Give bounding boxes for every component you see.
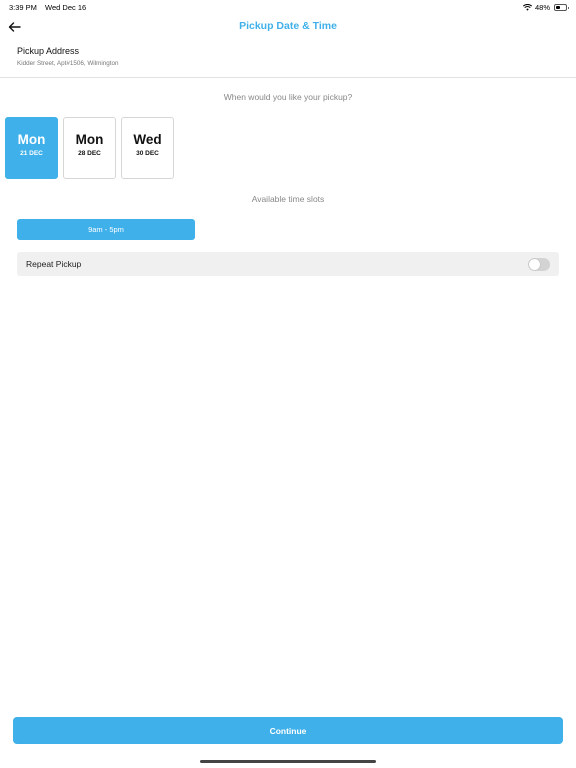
date-picker: Mon 21 DEC Mon 28 DEC Wed 30 DEC bbox=[5, 117, 174, 179]
repeat-pickup-row: Repeat Pickup bbox=[17, 252, 559, 276]
status-right: 48% bbox=[522, 3, 569, 12]
status-date: Wed Dec 16 bbox=[45, 3, 87, 12]
home-indicator bbox=[200, 760, 376, 763]
toggle-knob bbox=[529, 259, 540, 270]
battery-percent: 48% bbox=[534, 3, 550, 12]
date-day: Mon bbox=[17, 132, 46, 147]
wifi-icon bbox=[522, 4, 532, 11]
address-label: Pickup Address bbox=[17, 46, 80, 56]
date-day: Wed bbox=[133, 132, 162, 147]
battery-icon bbox=[554, 4, 569, 11]
pickup-question: When would you like your pickup? bbox=[223, 92, 353, 102]
status-left: 3:39 PM Wed Dec 16 bbox=[9, 3, 92, 12]
battery-fill bbox=[556, 6, 561, 9]
address-value: Kidder Street, Apt#1506, Wilmington bbox=[17, 60, 119, 67]
date-card-wed-30[interactable]: Wed 30 DEC bbox=[121, 117, 174, 179]
pickup-address: Pickup Address Kidder Street, Apt#1506, … bbox=[17, 46, 119, 67]
time-slots-label: Available time slots bbox=[251, 194, 325, 204]
date-number: 30 DEC bbox=[136, 150, 159, 157]
divider bbox=[0, 77, 576, 78]
date-card-mon-21[interactable]: Mon 21 DEC bbox=[5, 117, 58, 179]
date-card-mon-28[interactable]: Mon 28 DEC bbox=[63, 117, 116, 179]
date-number: 21 DEC bbox=[20, 150, 43, 157]
continue-button[interactable]: Continue bbox=[13, 717, 563, 744]
date-day: Mon bbox=[75, 132, 104, 147]
status-time: 3:39 PM bbox=[9, 3, 37, 12]
repeat-pickup-toggle[interactable] bbox=[528, 258, 550, 271]
nav-bar: Pickup Date & Time bbox=[0, 14, 576, 40]
page-title: Pickup Date & Time bbox=[239, 20, 337, 32]
time-slot-button[interactable]: 9am - 5pm bbox=[17, 219, 195, 240]
date-number: 28 DEC bbox=[78, 150, 101, 157]
repeat-pickup-label: Repeat Pickup bbox=[26, 259, 82, 269]
status-bar: 3:39 PM Wed Dec 16 48% bbox=[0, 0, 576, 14]
